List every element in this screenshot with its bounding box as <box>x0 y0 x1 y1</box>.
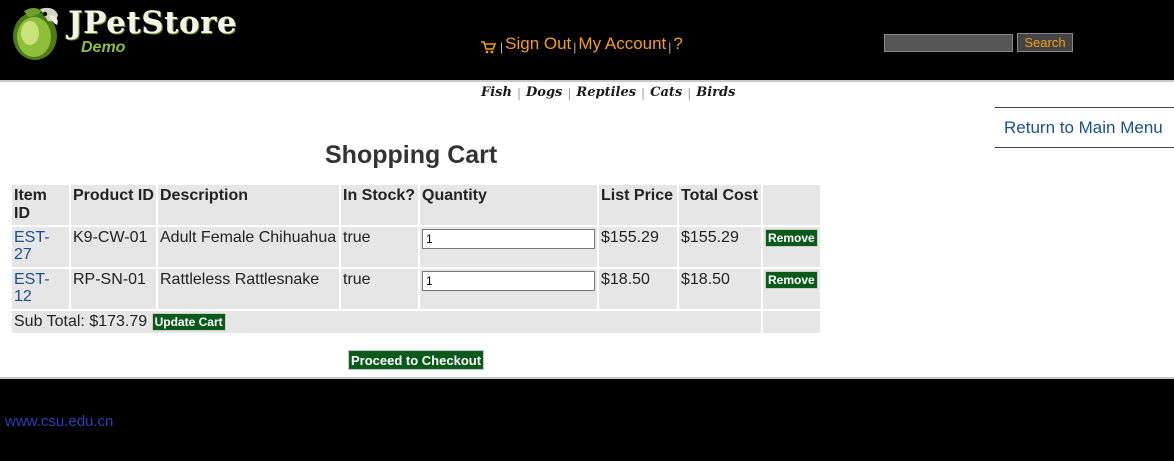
column-header-description: Description <box>158 185 339 225</box>
quick-link-separator: | <box>641 85 646 100</box>
my-account-link[interactable]: My Account <box>578 34 666 54</box>
quick-link-separator: | <box>516 85 521 100</box>
item-id-cell: EST-12 <box>12 269 69 309</box>
remove-button[interactable]: Remove <box>765 229 818 247</box>
quantity-cell <box>420 269 597 309</box>
proceed-to-checkout-button[interactable]: Proceed to Checkout <box>348 350 485 370</box>
quick-link-fish[interactable]: Fish <box>481 85 512 100</box>
product-id-cell: RP-SN-01 <box>71 269 156 309</box>
in-stock-cell: true <box>341 269 418 309</box>
subtotal-text: Sub Total: $173.79 <box>14 313 148 330</box>
item-id-link[interactable]: EST-27 <box>14 229 67 263</box>
footer: www.csu.edu.cn <box>0 377 1174 461</box>
quantity-input[interactable] <box>422 229 595 249</box>
cart-table: Item ID Product ID Description In Stock?… <box>10 183 822 335</box>
back-link-box: Return to Main Menu <box>995 107 1174 148</box>
search-form: Search <box>884 33 1073 52</box>
description-cell: Adult Female Chihuahua <box>158 227 339 267</box>
quick-link-separator: | <box>567 85 572 100</box>
item-id-cell: EST-27 <box>12 227 69 267</box>
total-cost-cell: $155.29 <box>679 227 761 267</box>
category-quick-links: Fish | Dogs | Reptiles | Cats | Birds <box>481 85 735 100</box>
list-price-cell: $155.29 <box>599 227 677 267</box>
item-id-link[interactable]: EST-12 <box>14 271 67 305</box>
parrot-logo-icon <box>13 7 58 60</box>
help-link[interactable]: ? <box>673 34 682 54</box>
quantity-cell <box>420 227 597 267</box>
table-row: EST-12 RP-SN-01 Rattleless Rattlesnake t… <box>12 269 820 309</box>
logo-title: JPetStore <box>68 5 238 41</box>
subtotal-empty-cell <box>763 311 820 333</box>
search-input[interactable] <box>884 33 1013 52</box>
column-header-item-id: Item ID <box>12 185 69 225</box>
column-header-product-id: Product ID <box>71 185 156 225</box>
list-price-cell: $18.50 <box>599 269 677 309</box>
menu-separator: | <box>573 40 577 54</box>
quick-link-dogs[interactable]: Dogs <box>526 85 562 100</box>
column-header-actions <box>763 185 820 225</box>
quick-link-separator: | <box>687 85 692 100</box>
sign-out-link[interactable]: Sign Out <box>505 34 571 54</box>
subtotal-cell: Sub Total: $173.79 Update Cart <box>12 311 761 333</box>
quick-link-birds[interactable]: Birds <box>696 85 735 100</box>
search-button[interactable]: Search <box>1017 33 1073 52</box>
description-cell: Rattleless Rattlesnake <box>158 269 339 309</box>
logo-subtitle: Demo <box>81 39 126 56</box>
quick-link-cats[interactable]: Cats <box>650 85 682 100</box>
column-header-total-cost: Total Cost <box>679 185 761 225</box>
remove-cell: Remove <box>763 227 820 267</box>
column-header-quantity: Quantity <box>420 185 597 225</box>
return-to-main-menu-link[interactable]: Return to Main Menu <box>1004 118 1163 138</box>
menu-separator: | <box>668 40 672 54</box>
quantity-input[interactable] <box>422 271 595 291</box>
logo[interactable]: JPetStore Demo <box>10 3 237 63</box>
product-id-cell: K9-CW-01 <box>71 227 156 267</box>
page-title: Shopping Cart <box>325 141 498 169</box>
table-header-row: Item ID Product ID Description In Stock?… <box>12 185 820 225</box>
remove-button[interactable]: Remove <box>765 271 818 289</box>
total-cost-cell: $18.50 <box>679 269 761 309</box>
header: JPetStore Demo | Sign Out | My Account |… <box>0 0 1174 82</box>
subtotal-row: Sub Total: $173.79 Update Cart <box>12 311 820 333</box>
cart-icon[interactable] <box>480 40 497 54</box>
menu-separator: | <box>500 40 504 54</box>
quick-link-reptiles[interactable]: Reptiles <box>576 85 636 100</box>
remove-cell: Remove <box>763 269 820 309</box>
column-header-in-stock: In Stock? <box>341 185 418 225</box>
in-stock-cell: true <box>341 227 418 267</box>
column-header-list-price: List Price <box>599 185 677 225</box>
footer-link[interactable]: www.csu.edu.cn <box>5 413 113 430</box>
header-menu: | Sign Out | My Account | ? <box>480 32 683 54</box>
update-cart-button[interactable]: Update Cart <box>151 313 226 331</box>
table-row: EST-27 K9-CW-01 Adult Female Chihuahua t… <box>12 227 820 267</box>
